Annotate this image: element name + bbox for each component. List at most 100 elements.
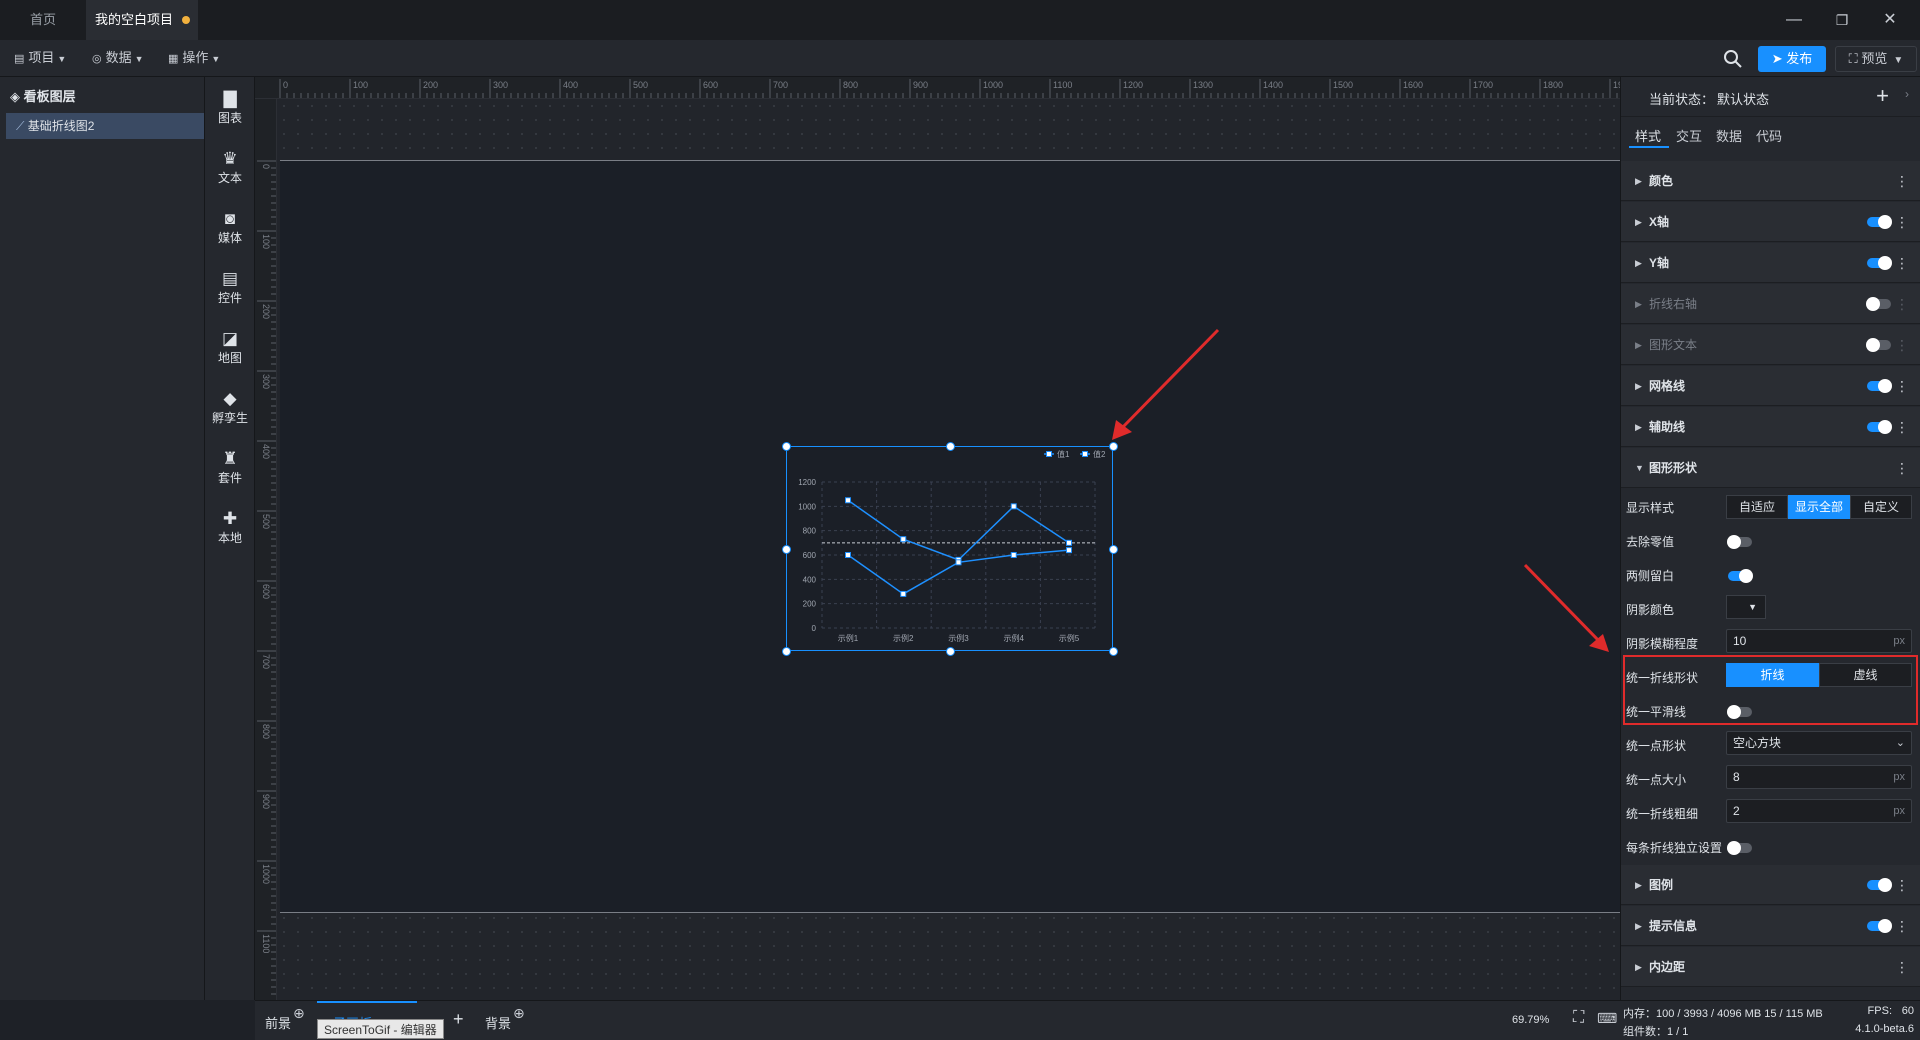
section-legend[interactable]: ▶ 图例 ⋮ — [1621, 865, 1920, 905]
ruler-label: 700 — [261, 654, 271, 669]
ruler-label: 100 — [261, 234, 271, 249]
zoom-level[interactable]: 69.79% — [1512, 1014, 1549, 1026]
section-padding[interactable]: ▶ 内边距 ⋮ — [1621, 947, 1920, 987]
ruler-label: 1300 — [1193, 80, 1213, 90]
more-icon[interactable]: ⋮ — [1895, 161, 1909, 201]
y-tick-label: 600 — [803, 551, 817, 560]
remove-zero-toggle[interactable] — [1727, 535, 1752, 549]
caret-down-icon: ▼ — [1635, 463, 1644, 473]
tab-data[interactable]: 数据 — [1716, 126, 1742, 145]
more-icon[interactable]: ⋮ — [1895, 284, 1909, 324]
component-chart[interactable]: ▇ 图表 — [205, 89, 255, 126]
right-axis-toggle[interactable] — [1866, 297, 1891, 311]
y-tick-label: 800 — [803, 527, 817, 536]
menu-data[interactable]: ◎ 数据 ▼ — [92, 48, 144, 68]
layer-item[interactable]: ⟋ 基础折线图2 — [6, 113, 204, 139]
section-yaxis[interactable]: ▶ Y轴 ⋮ — [1621, 243, 1920, 283]
tab-project[interactable]: 我的空白项目 — [86, 0, 198, 40]
tab-indicator — [317, 1001, 417, 1003]
display-adaptive-button[interactable]: 自适应 — [1726, 495, 1788, 519]
close-icon[interactable]: ✕ — [1880, 10, 1900, 30]
version-label: 4.1.0-beta.6 — [1855, 1023, 1914, 1035]
more-icon[interactable]: ⋮ — [1895, 906, 1909, 946]
more-icon[interactable]: ⋮ — [1895, 202, 1909, 242]
preview-button[interactable]: ⛶ 预览 ▼ — [1835, 46, 1917, 72]
tab-code[interactable]: 代码 — [1756, 126, 1782, 145]
component-media[interactable]: ◙ 媒体 — [205, 209, 255, 246]
shadow-blur-input[interactable]: 10 px — [1726, 629, 1912, 653]
resize-handle[interactable] — [782, 442, 791, 451]
section-xaxis[interactable]: ▶ X轴 ⋮ — [1621, 202, 1920, 242]
resize-handle[interactable] — [945, 442, 955, 451]
section-aux-line[interactable]: ▶ 辅助线 ⋮ — [1621, 407, 1920, 447]
grid-toggle[interactable] — [1867, 379, 1892, 393]
resize-handle[interactable] — [1109, 647, 1118, 656]
legend-toggle[interactable] — [1867, 878, 1892, 892]
line-chart: 0 200 400 600 800 1000 1200 示例1 示例2 示例3 示例4 示例5 值1 值2 — [798, 449, 1106, 643]
tooltip-toggle[interactable] — [1867, 919, 1892, 933]
more-icon[interactable]: ⋮ — [1895, 865, 1909, 905]
restore-icon[interactable]: ❐ — [1832, 10, 1852, 30]
foreground-tab[interactable]: 前景 — [265, 1013, 291, 1032]
more-icon[interactable]: ⋮ — [1895, 243, 1909, 283]
yaxis-toggle[interactable] — [1867, 256, 1892, 270]
menu-operate[interactable]: ▦ 操作 ▼ — [168, 48, 220, 68]
point-size-input[interactable]: 8 px — [1726, 765, 1912, 789]
display-all-button[interactable]: 显示全部 — [1788, 495, 1850, 519]
section-grid[interactable]: ▶ 网格线 ⋮ — [1621, 366, 1920, 406]
caret-right-icon: ▶ — [1635, 422, 1642, 432]
ruler-label: 900 — [913, 80, 928, 90]
shape-text-toggle[interactable] — [1866, 338, 1891, 352]
resize-handle[interactable] — [782, 544, 791, 554]
shadow-color-picker[interactable]: ▼ — [1726, 595, 1766, 619]
component-kit[interactable]: ♜ 套件 — [205, 449, 255, 486]
component-text[interactable]: ♛ 文本 — [205, 149, 255, 186]
chevron-right-icon[interactable]: › — [1905, 87, 1909, 101]
fit-screen-icon[interactable]: ⛶ — [1573, 1009, 1584, 1027]
menu-project[interactable]: ▤ 项目 ▼ — [14, 48, 66, 68]
aux-line-toggle[interactable] — [1867, 420, 1892, 434]
add-foreground-icon[interactable]: ⊕ — [293, 1005, 305, 1022]
section-shape-text[interactable]: ▶ 图形文本 ⋮ — [1621, 325, 1920, 365]
add-background-icon[interactable]: ⊕ — [513, 1005, 525, 1022]
add-icon[interactable]: + — [1876, 83, 1889, 109]
section-shape[interactable]: ▼ 图形形状 ⋮ — [1621, 448, 1920, 488]
more-icon[interactable]: ⋮ — [1895, 325, 1909, 365]
tab-interaction[interactable]: 交互 — [1676, 126, 1702, 145]
tab-home[interactable]: 首页 — [0, 0, 86, 40]
display-custom-button[interactable]: 自定义 — [1850, 495, 1912, 519]
xaxis-toggle[interactable] — [1867, 215, 1892, 229]
resize-handle[interactable] — [945, 647, 955, 656]
publish-button[interactable]: ➤ 发布 — [1758, 46, 1826, 72]
keyboard-icon[interactable]: ⌨ — [1597, 1010, 1617, 1027]
section-tooltip[interactable]: ▶ 提示信息 ⋮ — [1621, 906, 1920, 946]
smooth-toggle[interactable] — [1727, 705, 1752, 719]
legend-marker — [1046, 451, 1052, 457]
resize-handle[interactable] — [1109, 544, 1118, 554]
resize-handle[interactable] — [782, 647, 791, 656]
add-page-icon[interactable]: + — [453, 1009, 464, 1030]
independent-toggle[interactable] — [1727, 841, 1752, 855]
line-width-input[interactable]: 2 px — [1726, 799, 1912, 823]
line-shape-polyline-button[interactable]: 折线 — [1726, 663, 1819, 687]
section-color[interactable]: ▶ 颜色 ⋮ — [1621, 161, 1920, 201]
section-right-axis[interactable]: ▶ 折线右轴 ⋮ — [1621, 284, 1920, 324]
component-local[interactable]: ✚ 本地 — [205, 509, 255, 546]
more-icon[interactable]: ⋮ — [1895, 407, 1909, 447]
minimize-icon[interactable]: — — [1784, 10, 1804, 30]
ruler-label: 300 — [261, 374, 271, 389]
line-chart-widget[interactable]: 0 200 400 600 800 1000 1200 示例1 示例2 示例3 示例4 示例5 值1 值2 — [786, 446, 1113, 651]
line-shape-dashed-button[interactable]: 虚线 — [1819, 663, 1912, 687]
component-map[interactable]: ◪ 地图 — [205, 329, 255, 366]
point-shape-select[interactable]: 空心方块 ⌄ — [1726, 731, 1912, 755]
background-tab[interactable]: 背景 — [485, 1013, 511, 1032]
ruler-label: 200 — [423, 80, 438, 90]
more-icon[interactable]: ⋮ — [1895, 448, 1909, 488]
tab-style[interactable]: 样式 — [1635, 126, 1661, 145]
component-twin[interactable]: ◆ 孵孪生 — [205, 389, 255, 426]
more-icon[interactable]: ⋮ — [1895, 947, 1909, 987]
more-icon[interactable]: ⋮ — [1895, 366, 1909, 406]
both-sides-toggle[interactable] — [1728, 569, 1753, 583]
search-icon[interactable] — [1722, 48, 1744, 70]
component-control[interactable]: ▤ 控件 — [205, 269, 255, 306]
